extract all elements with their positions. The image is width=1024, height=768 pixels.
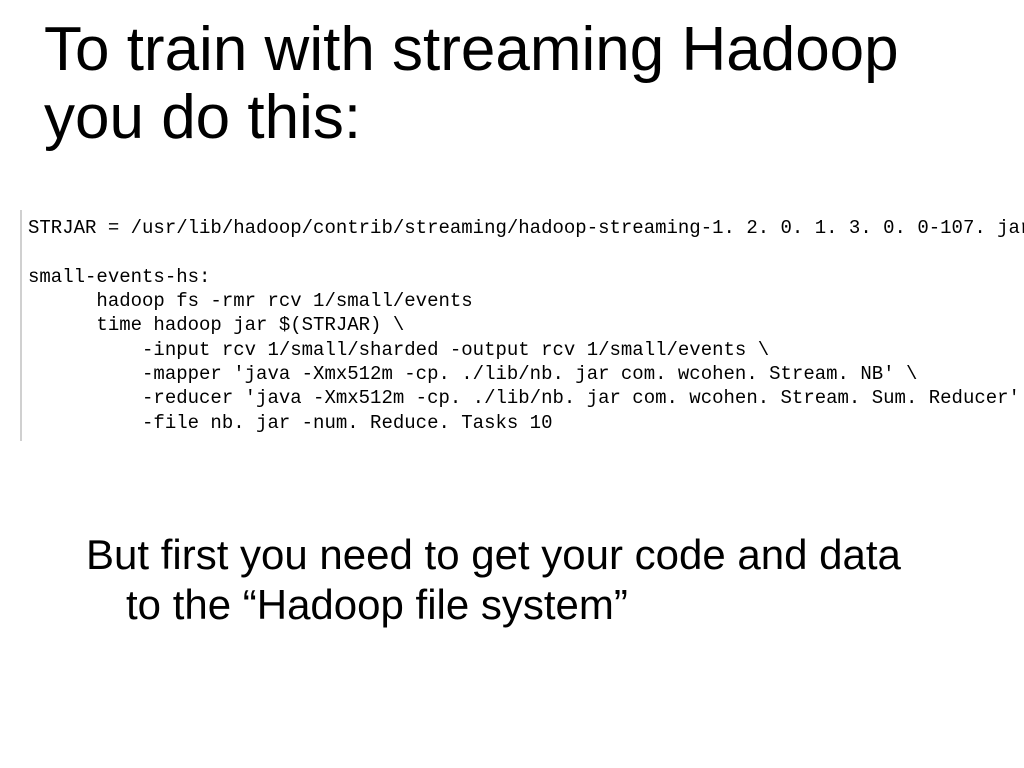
- code-block: STRJAR = /usr/lib/hadoop/contrib/streami…: [20, 210, 984, 441]
- slide: To train with streaming Hadoop you do th…: [0, 0, 1024, 768]
- slide-subtitle: But first you need to get your code and …: [86, 530, 934, 629]
- slide-title: To train with streaming Hadoop you do th…: [44, 16, 984, 152]
